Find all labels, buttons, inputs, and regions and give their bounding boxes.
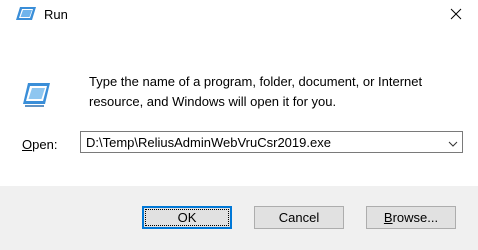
run-dialog: Run Type the name of a program, folder, …: [0, 0, 478, 250]
run-icon: [15, 6, 37, 22]
cancel-button-label: Cancel: [278, 210, 320, 225]
title-bar[interactable]: Run: [0, 0, 478, 30]
browse-button-label: rowse...: [392, 210, 439, 225]
open-label-text: pen:: [32, 137, 58, 152]
close-icon: [450, 8, 462, 23]
command-input[interactable]: D:\Temp\ReliusAdminWebVruCsr2019.exe: [86, 135, 331, 150]
ok-button-label: OK: [177, 210, 197, 225]
ok-button[interactable]: OK: [142, 206, 232, 229]
dropdown-button[interactable]: [444, 132, 462, 152]
dialog-description: Type the name of a program, folder, docu…: [89, 74, 423, 109]
button-bar: OK Cancel Browse...: [0, 186, 478, 250]
chevron-down-icon: [448, 135, 458, 150]
open-combobox[interactable]: D:\Temp\ReliusAdminWebVruCsr2019.exe: [80, 131, 463, 153]
browse-accelerator: B: [383, 210, 393, 225]
open-label-accelerator: O: [22, 137, 33, 152]
run-program-icon: [21, 80, 51, 108]
open-label: Open:: [22, 137, 57, 152]
cancel-button[interactable]: Cancel: [254, 206, 344, 229]
window-title: Run: [44, 7, 68, 22]
dialog-content: Type the name of a program, folder, docu…: [0, 30, 478, 186]
browse-button[interactable]: Browse...: [366, 206, 456, 229]
close-button[interactable]: [434, 0, 478, 30]
